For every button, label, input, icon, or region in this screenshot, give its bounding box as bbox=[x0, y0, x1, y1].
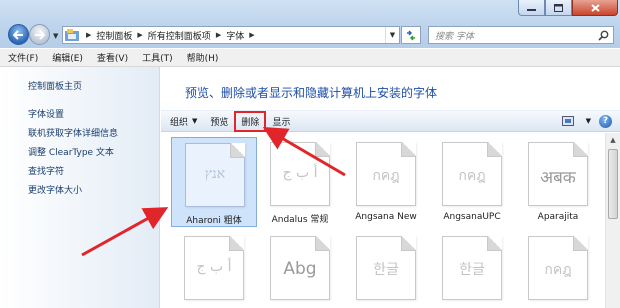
organize-label: 组织 bbox=[170, 117, 189, 128]
command-toolbar: 组织 ▼ 预览 删除 显示 ▼ ? bbox=[161, 110, 620, 132]
maximize-button[interactable] bbox=[545, 0, 572, 16]
font-name: Aharoni 粗体 bbox=[186, 216, 242, 226]
chevron-right-icon[interactable]: ▶ bbox=[249, 31, 254, 39]
address-bar[interactable]: ▶ 控制面板 ▶ 所有控制面板项 ▶ 字体 ▶ ▼ bbox=[62, 26, 400, 44]
maximize-icon bbox=[554, 3, 563, 12]
font-sample: Abg bbox=[283, 259, 317, 279]
font-item[interactable]: 한글 bbox=[429, 231, 515, 308]
menu-file[interactable]: 文件(F) bbox=[8, 51, 38, 64]
arrow-right-icon bbox=[35, 29, 45, 40]
font-file-icon: أ ب ج bbox=[270, 142, 330, 206]
font-sample: أ ب ج bbox=[282, 165, 318, 181]
sidebar: 控制面板主页 字体设置 联机获取字体详细信息 调整 ClearType 文本 查… bbox=[0, 67, 160, 308]
refresh-icon bbox=[407, 29, 415, 41]
menu-bar: 文件(F) 编辑(E) 查看(V) 工具(T) 帮助(H) bbox=[0, 49, 620, 67]
sidebar-item-font-settings[interactable]: 字体设置 bbox=[28, 107, 64, 120]
font-file-icon: 한글 bbox=[356, 236, 416, 300]
chevron-right-icon[interactable]: ▶ bbox=[137, 31, 142, 39]
font-name: Angsana New bbox=[355, 212, 417, 222]
control-panel-icon bbox=[63, 27, 81, 43]
font-item-aparajita[interactable]: अबक Aparajita bbox=[515, 137, 601, 227]
minimize-icon bbox=[527, 8, 536, 11]
sidebar-item-change-font-size[interactable]: 更改字体大小 bbox=[28, 183, 82, 196]
font-sample: अबक bbox=[540, 168, 576, 188]
change-view-icon[interactable] bbox=[561, 116, 574, 126]
search-icon[interactable] bbox=[598, 30, 609, 41]
search-box[interactable]: 搜索 字体 bbox=[428, 26, 614, 44]
close-button[interactable] bbox=[572, 0, 618, 16]
breadcrumb-fonts[interactable]: 字体 bbox=[226, 29, 244, 42]
scroll-up-icon[interactable]: ▲ bbox=[606, 133, 620, 147]
chevron-down-icon[interactable]: ▼ bbox=[586, 117, 591, 125]
font-sample: אנץ bbox=[204, 166, 226, 182]
font-item[interactable]: กคฎ bbox=[515, 231, 601, 308]
show-button[interactable]: 显示 bbox=[272, 115, 290, 128]
font-sample: أ ب ج bbox=[196, 259, 232, 275]
breadcrumb-control-panel[interactable]: 控制面板 bbox=[96, 29, 132, 42]
sidebar-home-link[interactable]: 控制面板主页 bbox=[28, 79, 82, 92]
address-dropdown-button[interactable]: ▼ bbox=[385, 27, 399, 43]
font-item-angsana-new[interactable]: กคฎ Angsana New bbox=[343, 137, 429, 227]
back-button[interactable] bbox=[8, 24, 29, 45]
font-item-aharoni[interactable]: אנץ Aharoni 粗体 bbox=[171, 137, 257, 227]
delete-button[interactable]: 删除 bbox=[234, 110, 267, 132]
minimize-button[interactable] bbox=[518, 0, 545, 16]
arrow-left-icon bbox=[13, 29, 23, 40]
font-file-icon: กคฎ bbox=[528, 236, 588, 300]
main-content: 预览、删除或者显示和隐藏计算机上安装的字体 组织 ▼ 预览 删除 显示 ▼ ? … bbox=[161, 67, 620, 308]
font-sample: กคฎ bbox=[372, 168, 400, 184]
search-input[interactable]: 搜索 字体 bbox=[435, 29, 474, 42]
font-name: Aparajita bbox=[537, 212, 579, 222]
font-sample: 한글 bbox=[459, 262, 485, 278]
font-sample: 한글 bbox=[373, 262, 399, 278]
refresh-button[interactable] bbox=[401, 26, 421, 44]
font-file-icon: กคฎ bbox=[442, 142, 502, 206]
close-icon bbox=[590, 3, 600, 12]
font-file-icon: אנץ bbox=[185, 143, 245, 207]
title-bar: ▼ ▶ 控制面板 ▶ 所有控制面板项 ▶ 字体 ▶ ▼ 搜索 字体 bbox=[0, 0, 620, 48]
font-item[interactable]: Abg bbox=[257, 231, 343, 308]
font-item[interactable]: 한글 bbox=[343, 231, 429, 308]
menu-view[interactable]: 查看(V) bbox=[97, 51, 128, 64]
window-controls bbox=[518, 0, 618, 16]
font-sample: กคฎ bbox=[458, 168, 486, 184]
font-file-icon: अबक bbox=[528, 142, 588, 206]
chevron-right-icon[interactable]: ▶ bbox=[86, 31, 91, 39]
sidebar-item-online-font-info[interactable]: 联机获取字体详细信息 bbox=[28, 126, 118, 139]
scroll-thumb[interactable] bbox=[608, 149, 618, 219]
font-file-icon: أ ب ج bbox=[184, 236, 244, 300]
font-name: AngsanaUPC bbox=[443, 212, 501, 222]
page-title: 预览、删除或者显示和隐藏计算机上安装的字体 bbox=[185, 86, 438, 100]
recent-pages-dropdown[interactable]: ▼ bbox=[53, 32, 58, 40]
forward-button[interactable] bbox=[29, 24, 50, 45]
font-item-angsanaupc[interactable]: กคฎ AngsanaUPC bbox=[429, 137, 515, 227]
font-sample: กคฎ bbox=[544, 262, 572, 278]
font-grid: אנץ Aharoni 粗体 أ ب ج Andalus 常规 กคฎ Angs… bbox=[161, 133, 605, 308]
menu-help[interactable]: 帮助(H) bbox=[187, 51, 219, 64]
toolbar-right: ▼ ? bbox=[561, 114, 620, 128]
help-icon[interactable]: ? bbox=[599, 114, 612, 128]
organize-button[interactable]: 组织 ▼ bbox=[170, 115, 197, 128]
font-name: Andalus 常规 bbox=[271, 215, 329, 225]
font-item-andalus[interactable]: أ ب ج Andalus 常规 bbox=[257, 137, 343, 227]
font-item[interactable]: أ ب ج bbox=[171, 231, 257, 308]
font-file-icon: 한글 bbox=[442, 236, 502, 300]
menu-edit[interactable]: 编辑(E) bbox=[52, 51, 83, 64]
font-file-icon: Abg bbox=[270, 236, 330, 300]
chevron-right-icon[interactable]: ▶ bbox=[216, 31, 221, 39]
sidebar-item-find-character[interactable]: 查找字符 bbox=[28, 164, 64, 177]
chevron-down-icon: ▼ bbox=[192, 117, 198, 125]
sidebar-item-cleartype[interactable]: 调整 ClearType 文本 bbox=[28, 145, 114, 158]
font-file-icon: กคฎ bbox=[356, 142, 416, 206]
breadcrumb-all-items[interactable]: 所有控制面板项 bbox=[148, 29, 211, 42]
menu-tools[interactable]: 工具(T) bbox=[142, 51, 173, 64]
vertical-scrollbar[interactable]: ▲ bbox=[605, 133, 620, 308]
preview-button[interactable]: 预览 bbox=[210, 115, 228, 128]
